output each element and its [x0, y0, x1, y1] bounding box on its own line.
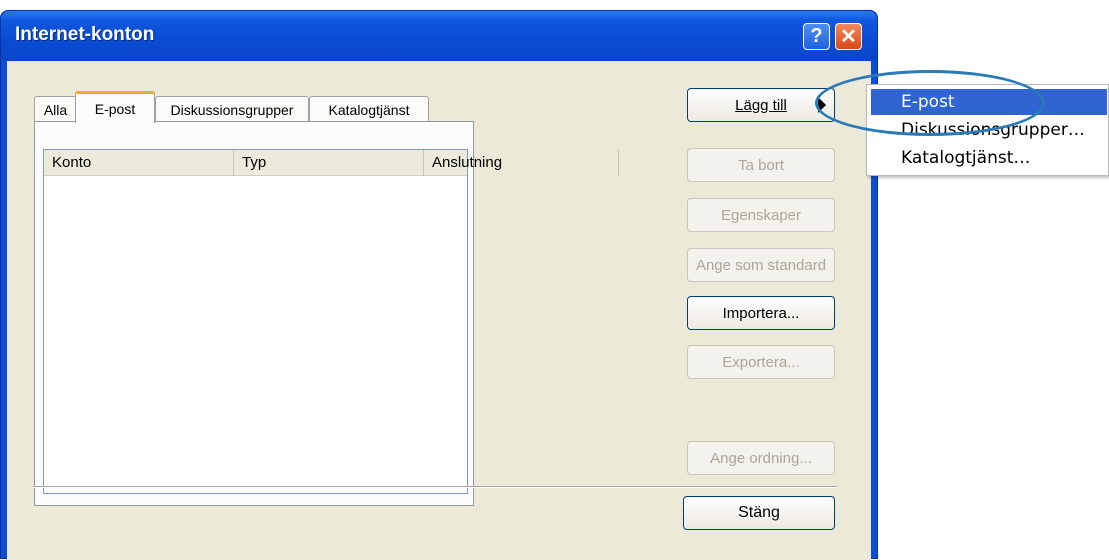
submenu-arrow-icon [818, 97, 826, 113]
close-button[interactable]: Stäng [683, 496, 835, 530]
accounts-list[interactable]: Konto Typ Anslutning [43, 149, 619, 494]
internet-accounts-dialog: Internet-konton ? ✕ Alla E-post Diskussi… [0, 10, 878, 560]
title-bar[interactable]: Internet-konton ? ✕ [1, 11, 877, 61]
list-header: Konto Typ Anslutning [44, 150, 619, 176]
tab-diskussionsgrupper[interactable]: Diskussionsgrupper [155, 96, 309, 122]
add-button-label: Lägg till [735, 96, 787, 114]
set-default-button[interactable]: Ange som standard [687, 248, 835, 282]
separator [33, 486, 837, 488]
help-button[interactable]: ? [803, 23, 830, 50]
menu-item-katalogtjanst[interactable]: Katalogtjänst… [871, 145, 1107, 171]
add-button[interactable]: Lägg till [687, 88, 835, 122]
tab-alla[interactable]: Alla [34, 96, 77, 122]
tab-katalogtjanst[interactable]: Katalogtjänst [309, 96, 429, 122]
add-account-menu: E-post Diskussionsgrupper… Katalogtjänst… [866, 84, 1109, 176]
column-header-konto[interactable]: Konto [44, 150, 234, 176]
dialog-client-area: Alla E-post Diskussionsgrupper Katalogtj… [7, 61, 871, 560]
menu-item-diskussionsgrupper[interactable]: Diskussionsgrupper… [871, 117, 1107, 143]
export-button[interactable]: Exportera... [687, 345, 835, 379]
window-title: Internet-konton [15, 24, 155, 45]
properties-button[interactable]: Egenskaper [687, 198, 835, 232]
column-header-anslutning[interactable]: Anslutning [424, 150, 619, 176]
remove-button[interactable]: Ta bort [687, 148, 835, 182]
tab-e-post[interactable]: E-post [75, 91, 155, 123]
column-header-typ[interactable]: Typ [234, 150, 424, 176]
import-button[interactable]: Importera... [687, 296, 835, 330]
menu-item-e-post[interactable]: E-post [871, 89, 1107, 115]
close-window-button[interactable]: ✕ [835, 23, 862, 50]
set-order-button[interactable]: Ange ordning... [687, 441, 835, 475]
